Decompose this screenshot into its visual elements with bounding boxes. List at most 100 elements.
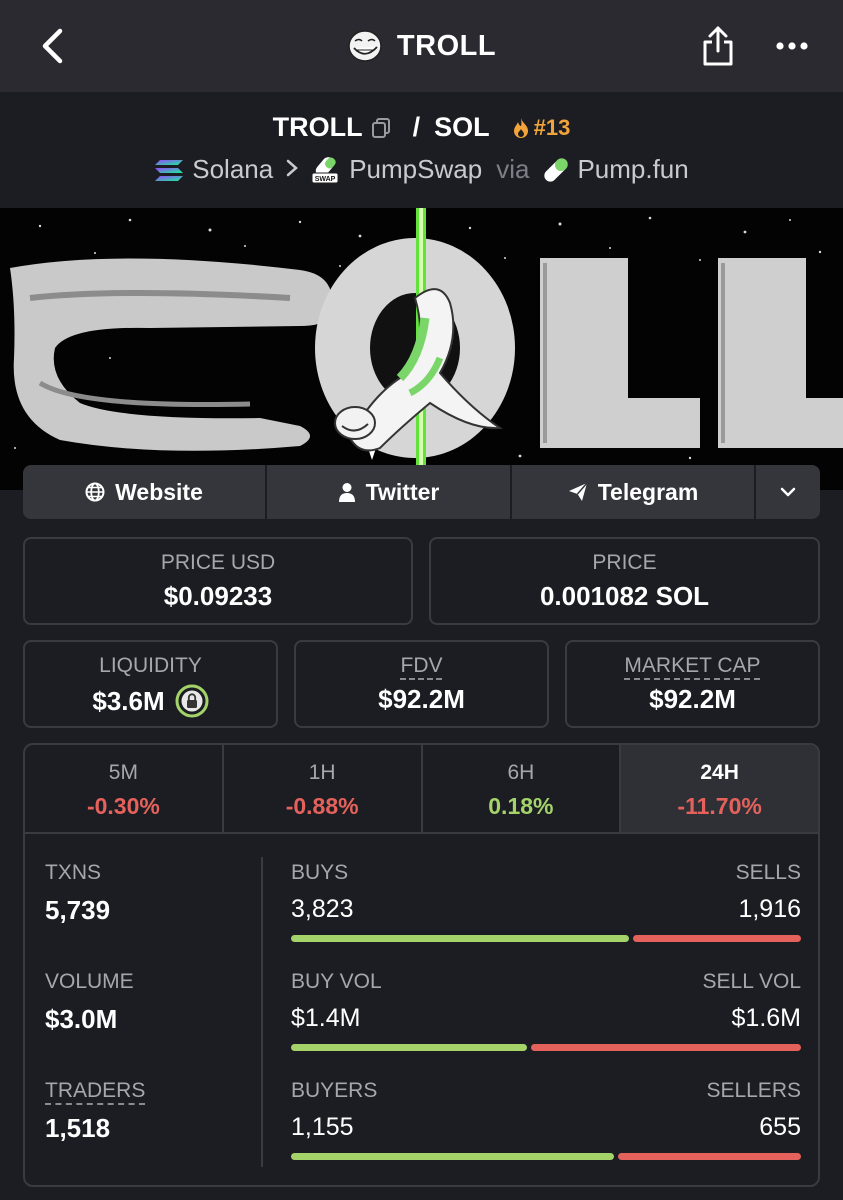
market-cap-value: $92.2M (649, 684, 736, 714)
price-usd-label: PRICE USD (160, 551, 276, 574)
tab-6h[interactable]: 6H 0.18% (423, 745, 622, 832)
trading-stats-panel: 5M -0.30% 1H -0.88% 6H 0.18% 24H -11.70%… (23, 743, 820, 1187)
tab-label: 24H (700, 761, 739, 784)
trending-rank-badge[interactable]: #13 (512, 114, 571, 141)
timeframe-tabs: 5M -0.30% 1H -0.88% 6H 0.18% 24H -11.70% (25, 745, 818, 834)
more-options-button[interactable] (768, 26, 816, 66)
telegram-link-label: Telegram (597, 478, 699, 505)
sell-bar (633, 935, 801, 942)
website-link-label: Website (115, 478, 203, 505)
fdv-value: $92.2M (378, 684, 465, 714)
pair-separator: / (412, 112, 421, 142)
buys-sells-row: BUYS SELLS 3,823 1,916 (291, 861, 801, 953)
pumpswap-icon: SWAP (311, 156, 339, 183)
sell-bar (531, 1044, 801, 1051)
buys-label: BUYS (291, 861, 349, 884)
base-token-symbol: TROLL (272, 112, 363, 142)
nav-title-text: TROLL (396, 29, 497, 62)
back-button[interactable] (30, 24, 74, 68)
market-cap-label[interactable]: MARKET CAP (567, 654, 818, 678)
twitter-link-button[interactable]: Twitter (267, 465, 512, 519)
buy-bar (291, 935, 629, 942)
price-change-value: -11.70% (677, 793, 762, 819)
price-usd-value: $0.09233 (163, 581, 273, 611)
svg-text:SWAP: SWAP (315, 176, 336, 183)
share-button[interactable] (696, 22, 740, 70)
globe-icon (85, 482, 105, 502)
token-banner-image (0, 208, 843, 490)
dex-name[interactable]: PumpSwap (349, 154, 482, 185)
buyers-sellers-bar (291, 1153, 801, 1160)
buys-sells-bar (291, 935, 801, 942)
lock-icon[interactable] (175, 684, 209, 718)
sell-vol-label: SELL VOL (702, 970, 801, 993)
buy-vol-label: BUY VOL (291, 970, 382, 993)
sellers-value: 655 (759, 1113, 801, 1141)
breadcrumb-chevron-icon (285, 154, 299, 185)
telegram-link-button[interactable]: Telegram (512, 465, 756, 519)
pill-icon (544, 157, 569, 182)
buy-sell-volume-bar (291, 1044, 801, 1051)
fdv-label[interactable]: FDV (296, 654, 547, 678)
liquidity-row: $3.6M (25, 684, 276, 718)
txns-metric: TXNS 5,739 (45, 861, 110, 926)
troll-face-icon (348, 30, 382, 62)
share-icon (703, 26, 733, 66)
sell-vol-value: $1.6M (731, 1004, 801, 1032)
pair-breadcrumb: Solana SWAP PumpSwap via Pump.fun (0, 154, 843, 185)
copy-icon[interactable] (371, 117, 391, 139)
tab-label: 6H (507, 761, 535, 784)
buy-sell-volume-row: BUY VOL SELL VOL $1.4M $1.6M (291, 970, 801, 1062)
buy-vol-value: $1.4M (291, 1004, 361, 1032)
volume-label: VOLUME (45, 970, 134, 993)
buy-bar (291, 1044, 527, 1051)
buyers-label: BUYERS (291, 1079, 378, 1102)
market-cap-card: MARKET CAP $92.2M (565, 640, 820, 728)
more-dots-icon (776, 42, 808, 50)
price-native-card: PRICE 0.001082 SOL (429, 537, 820, 625)
volume-value: $3.0M (45, 1004, 118, 1034)
price-native-value: 0.001082 SOL (539, 581, 710, 611)
traders-metric: TRADERS 1,518 (45, 1079, 145, 1144)
tab-5m[interactable]: 5M -0.30% (25, 745, 224, 832)
txns-label: TXNS (45, 861, 102, 884)
launchpad-name[interactable]: Pump.fun (577, 154, 688, 185)
chevron-left-icon (42, 28, 63, 64)
trending-rank-text: #13 (533, 114, 571, 140)
pair-title: TROLL / SOL #13 (0, 112, 843, 143)
pair-header: TROLL / SOL #13 Solana SWAP PumpSwap via… (0, 92, 843, 208)
top-nav-bar: TROLL (0, 0, 843, 92)
user-icon (338, 483, 355, 502)
liquidity-label: LIQUIDITY (99, 654, 202, 677)
more-links-button[interactable] (756, 465, 820, 519)
paper-plane-icon (568, 482, 588, 501)
price-change-value: 0.18% (488, 793, 554, 819)
tab-label: 5M (108, 761, 138, 784)
price-change-value: -0.30% (86, 793, 160, 819)
column-divider (261, 857, 263, 1167)
sell-bar (618, 1153, 801, 1160)
via-label: via (496, 154, 530, 184)
buy-bar (291, 1153, 614, 1160)
price-change-value: -0.88% (285, 793, 359, 819)
traders-value: 1,518 (45, 1113, 111, 1143)
chain-name[interactable]: Solana (192, 154, 273, 185)
fdv-card: FDV $92.2M (294, 640, 549, 728)
sells-value: 1,916 (738, 895, 801, 923)
tab-24h[interactable]: 24H -11.70% (621, 745, 818, 832)
buys-value: 3,823 (291, 895, 354, 923)
traders-label[interactable]: TRADERS (45, 1079, 145, 1103)
liquidity-card: LIQUIDITY $3.6M (23, 640, 278, 728)
social-links-bar: Website Twitter Telegram (23, 465, 820, 519)
txns-value: 5,739 (45, 895, 111, 925)
flame-icon (513, 117, 528, 138)
buyers-sellers-row: BUYERS SELLERS 1,155 655 (291, 1079, 801, 1171)
website-link-button[interactable]: Website (23, 465, 267, 519)
price-usd-card: PRICE USD $0.09233 (23, 537, 413, 625)
price-native-label: PRICE (592, 551, 657, 574)
liquidity-value: $3.6M (92, 685, 165, 716)
sellers-label: SELLERS (706, 1079, 801, 1102)
sells-label: SELLS (735, 861, 801, 884)
tab-1h[interactable]: 1H -0.88% (224, 745, 423, 832)
twitter-link-label: Twitter (365, 478, 440, 505)
